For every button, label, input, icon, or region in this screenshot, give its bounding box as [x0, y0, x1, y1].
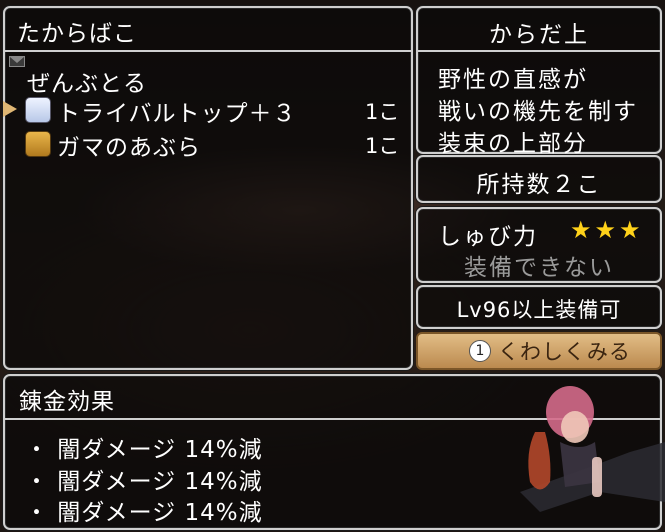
alchemy-effect: ・ 闇ダメージ 14%減: [25, 500, 263, 526]
level-requirement-window: Lv96以上装備可: [416, 285, 662, 329]
item-category: からだ上: [489, 22, 589, 48]
alchemy-effect: ・ 闇ダメージ 14%減: [25, 437, 263, 463]
shirt-icon: [25, 97, 51, 123]
item-row[interactable]: トライバルトップ＋３ 1こ: [5, 94, 411, 127]
owned-count-window: 所持数２こ: [416, 155, 662, 203]
defense-window: しゅび力 ★★★ 装備できない: [416, 207, 662, 283]
category-divider: [418, 50, 660, 52]
owned-count: 所持数２こ: [476, 172, 602, 198]
item-name: トライバルトップ＋３: [57, 101, 297, 127]
alchemy-window: 錬金効果 ・ 闇ダメージ 14%減 ・ 闇ダメージ 14%減 ・ 闇ダメージ 1…: [3, 374, 662, 530]
description-line: 戦いの機先を制す: [438, 99, 638, 125]
item-name: ガマのあぶら: [57, 135, 201, 161]
take-all-option[interactable]: ぜんぶとる: [27, 64, 147, 98]
alchemy-divider: [5, 418, 660, 420]
treasure-window: たからばこ ぜんぶとる トライバルトップ＋３ 1こ ガマのあぶら 1こ: [3, 6, 413, 370]
detail-button[interactable]: 1 くわしくみる: [416, 332, 662, 370]
oil-jar-icon: [25, 131, 51, 157]
item-quantity: 1こ: [365, 134, 400, 158]
item-quantity: 1こ: [365, 100, 400, 124]
defense-stars: ★★★: [570, 216, 644, 244]
description-line: 装束の上部分: [438, 131, 588, 157]
button-one-icon: 1: [469, 340, 491, 362]
title-divider: [5, 50, 411, 52]
level-requirement: Lv96以上装備可: [456, 298, 622, 322]
item-row[interactable]: ガマのあぶら 1こ: [5, 128, 411, 161]
description-line: 野性の直感が: [438, 67, 588, 93]
detail-button-label: くわしくみる: [498, 340, 631, 364]
alchemy-effect: ・ 闇ダメージ 14%減: [25, 469, 263, 495]
envelope-icon: [9, 56, 25, 67]
equip-status: 装備できない: [464, 255, 614, 281]
item-info-window: からだ上 野性の直感が 戦いの機先を制す 装束の上部分: [416, 6, 662, 157]
treasure-window-title: たからばこ: [17, 21, 137, 47]
defense-label: しゅび力: [438, 224, 538, 250]
alchemy-window-title: 錬金効果: [19, 389, 115, 415]
